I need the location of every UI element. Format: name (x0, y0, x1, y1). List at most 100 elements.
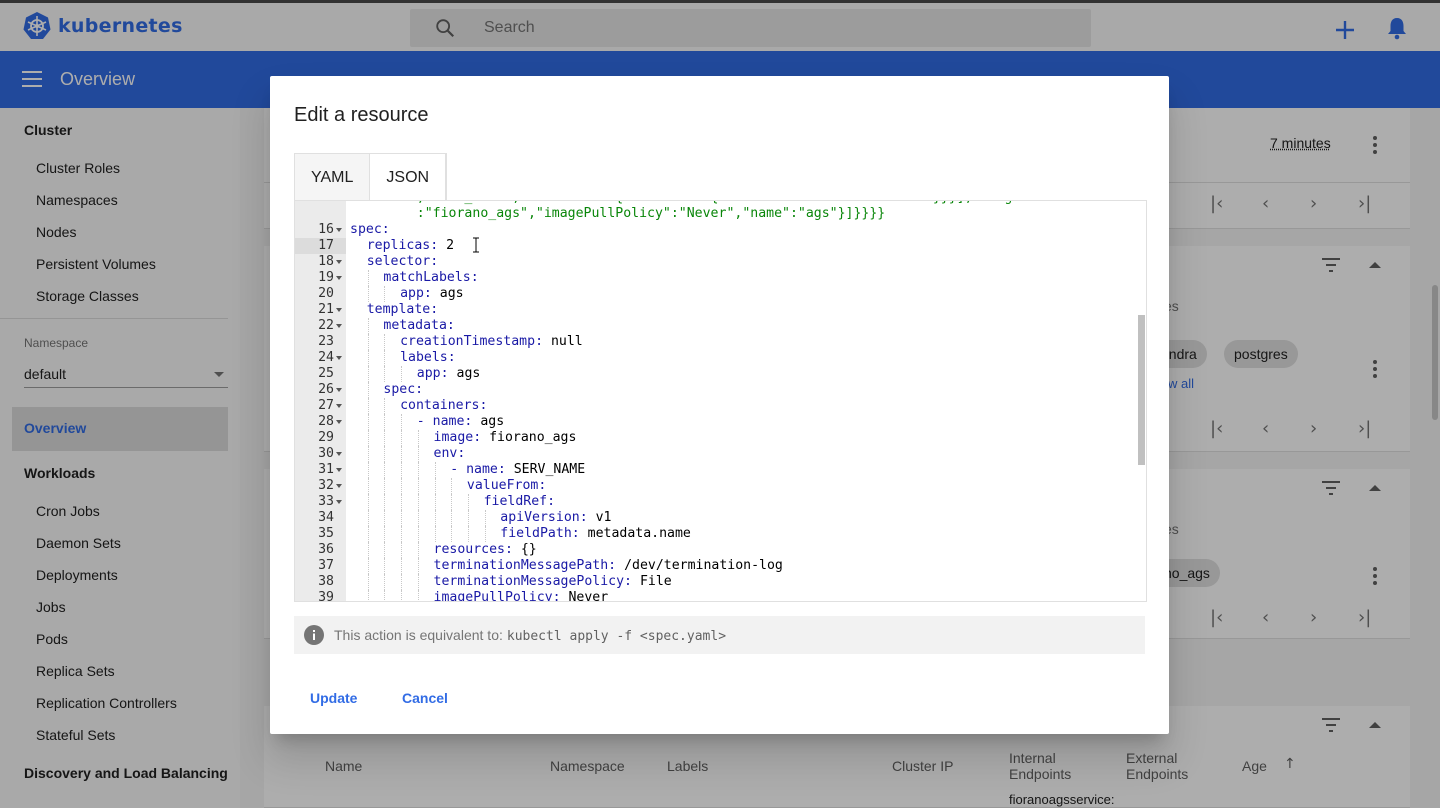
indent-guide (417, 462, 419, 478)
fold-arrow-icon[interactable] (336, 404, 342, 408)
code-text: app: ags (417, 366, 481, 382)
code-editor[interactable]: ,"SERV_NAME","valueFrom":{"fieldRef":{"f… (294, 200, 1147, 602)
indent-guide (451, 494, 453, 510)
line-number: 33 (318, 494, 334, 509)
code-text: spec: (350, 222, 390, 238)
indent-guide (367, 590, 369, 601)
indent-guide (401, 590, 403, 601)
indent-guide (384, 574, 386, 590)
fold-arrow-icon[interactable] (336, 260, 342, 264)
code-line: 39 imagePullPolicy: Never (295, 590, 1146, 602)
yaml-value: fiorano_ags (489, 430, 577, 445)
yaml-key: fieldRef: (483, 494, 556, 509)
indent-guide (401, 510, 403, 526)
code-text: selector: (367, 254, 438, 270)
indent-guide (367, 350, 369, 366)
tab-json[interactable]: JSON (370, 154, 447, 201)
line-number: 32 (318, 478, 334, 493)
code-text: creationTimestamp: null (400, 334, 583, 350)
yaml-value: 2 (446, 238, 455, 253)
indent-guide (417, 446, 419, 462)
indent-guide (384, 414, 386, 430)
code-line: 22 metadata: (295, 318, 1146, 334)
line-number: 31 (318, 462, 334, 477)
code-line: 26 spec: (295, 382, 1146, 398)
line-number: 28 (318, 414, 334, 429)
fold-arrow-icon[interactable] (336, 308, 342, 312)
line-number: 20 (318, 286, 334, 301)
indent-guide (484, 526, 486, 542)
code-line: 17 replicas: 2 (295, 238, 1146, 254)
indent-guide (384, 558, 386, 574)
code-text: terminationMessagePolicy: File (434, 574, 672, 590)
yaml-value: ags (456, 366, 481, 381)
tab-yaml[interactable]: YAML (295, 154, 371, 201)
dialog-title: Edit a resource (294, 104, 429, 126)
yaml-key: app: (416, 366, 457, 381)
fold-arrow-icon[interactable] (336, 388, 342, 392)
fold-arrow-icon[interactable] (336, 228, 342, 232)
indent-guide (401, 446, 403, 462)
indent-guide (367, 462, 369, 478)
line-number: 25 (318, 366, 334, 381)
line-number: 35 (318, 526, 334, 541)
line-number: 37 (318, 558, 334, 573)
yaml-key: fieldPath: (500, 526, 588, 541)
yaml-string: ,"SERV_NAME","valueFrom":{"fieldRef":{"f… (417, 201, 1028, 205)
code-text: replicas: 2 (367, 238, 454, 254)
yaml-key: replicas: (366, 238, 447, 253)
code-line: 25 app: ags (295, 366, 1146, 382)
indent-guide (384, 510, 386, 526)
line-number: 23 (318, 334, 334, 349)
indent-guide (367, 334, 369, 350)
indent-guide (417, 590, 419, 601)
code-text: fieldRef: (484, 494, 555, 510)
code-text: resources: {} (434, 542, 537, 558)
update-button[interactable]: Update (310, 690, 357, 706)
indent-guide (451, 526, 453, 542)
indent-guide (384, 526, 386, 542)
fold-arrow-icon[interactable] (336, 500, 342, 504)
format-tabs: YAML JSON (294, 153, 448, 201)
line-number: 38 (318, 574, 334, 589)
code-text: matchLabels: (383, 270, 478, 286)
line-number: 17 (295, 238, 346, 254)
indent-guide (367, 478, 369, 494)
fold-arrow-icon[interactable] (336, 452, 342, 456)
indent-guide (367, 414, 369, 430)
code-line: 29 image: fiorano_ags (295, 430, 1146, 446)
indent-guide (367, 542, 369, 558)
indent-guide (417, 558, 419, 574)
cancel-button[interactable]: Cancel (402, 690, 448, 706)
fold-arrow-icon[interactable] (336, 356, 342, 360)
code-text: image: fiorano_ags (434, 430, 577, 446)
code-line: 37 terminationMessagePath: /dev/terminati… (295, 558, 1146, 574)
indent-guide (384, 430, 386, 446)
yaml-key: imagePullPolicy: (433, 590, 569, 602)
fold-arrow-icon[interactable] (336, 324, 342, 328)
code-line: 16 spec: (295, 222, 1146, 238)
indent-guide (401, 414, 403, 430)
yaml-value: {} (520, 542, 537, 557)
indent-guide (417, 494, 419, 510)
info-message: This action is equivalent to: (334, 627, 503, 643)
indent-guide (417, 526, 419, 542)
yaml-key: terminationMessagePolicy: (433, 574, 640, 589)
yaml-value: ags (439, 286, 464, 301)
yaml-key: containers: (400, 398, 488, 413)
code-text: terminationMessagePath: /dev/termination… (434, 558, 783, 574)
yaml-key: spec: (350, 222, 390, 237)
code-text: :"fiorano_ags","imagePullPolicy":"Never"… (417, 206, 885, 222)
indent-guide (401, 366, 403, 382)
yaml-key: app: (400, 286, 440, 301)
fold-arrow-icon[interactable] (336, 468, 342, 472)
fold-arrow-icon[interactable] (336, 276, 342, 280)
fold-arrow-icon[interactable] (336, 420, 342, 424)
yaml-key: valueFrom: (466, 478, 547, 493)
indent-guide (434, 494, 436, 510)
indent-guide (384, 334, 386, 350)
code-line: 23 creationTimestamp: null (295, 334, 1146, 350)
code-line: 19 matchLabels: (295, 270, 1146, 286)
fold-arrow-icon[interactable] (336, 484, 342, 488)
indent-guide (451, 510, 453, 526)
